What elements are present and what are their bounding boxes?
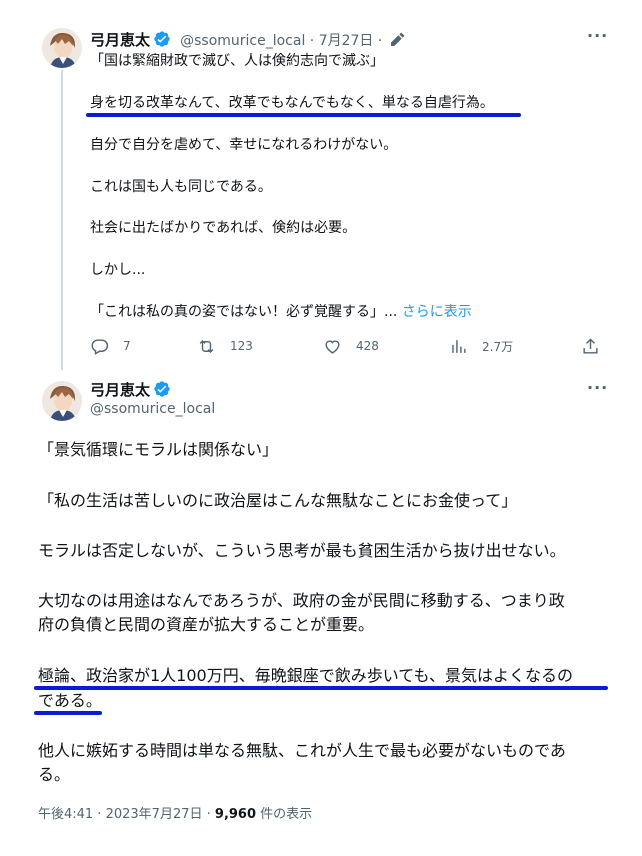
tweet-text-line: これは国も人も同じである。	[90, 179, 272, 195]
annotation-underline	[86, 113, 521, 117]
tweet-text-line: 他人に嫉妬する時間は単なる無駄、これが人生で最も必要がないものであ	[38, 741, 566, 760]
tweet-text-line: 「これは私の真の姿ではない！必ず覚醒する」...	[90, 304, 398, 320]
tweet-text-line: しかし...	[90, 262, 146, 278]
tweet-text-line: 「国は緊縮財政で滅び、人は倹約志向で滅ぶ」	[90, 53, 384, 69]
show-more-link[interactable]: さらに表示	[402, 304, 472, 320]
share-icon	[583, 337, 598, 354]
author-name[interactable]: 弓月恵太	[90, 381, 150, 399]
tweet-footer: 午後4:41 · 2023年7月27日 · 9,960 件の表示	[38, 803, 312, 822]
handle-and-date[interactable]: @ssomurice_local · 7月27日 ·	[180, 33, 382, 49]
annotation-underline	[34, 711, 102, 715]
tweet-text-line: 自分で自分を虐めて、幸せになれるわけがない。	[90, 137, 398, 153]
views-count: 2.7万	[482, 339, 514, 354]
reply-icon	[91, 338, 109, 355]
thread-line	[61, 70, 63, 370]
verified-badge-icon	[154, 381, 170, 397]
more-options-icon[interactable]: ···	[587, 26, 608, 45]
tweet-text-line: 身を切る改革なんて、改革でもなんでもなく、単なる自虐行為。	[90, 95, 494, 111]
tweet-text-line: 府の負債と民間の資産が拡大することが重要。	[38, 615, 375, 634]
parent-header: 弓月恵太 @ssomurice_local · 7月27日 ·	[90, 29, 405, 50]
avatar[interactable]	[42, 28, 82, 68]
verified-badge-icon	[154, 31, 170, 47]
retweet-icon	[199, 339, 214, 353]
heart-icon	[325, 340, 340, 354]
retweet-button[interactable]: 123	[197, 336, 253, 356]
main-author-name-row: 弓月恵太	[90, 379, 171, 400]
tweet-text-line: である。	[38, 691, 102, 710]
reply-button[interactable]: 7	[90, 336, 131, 356]
like-count: 428	[356, 339, 379, 353]
handle[interactable]: @ssomurice_local	[90, 401, 215, 417]
more-options-icon[interactable]: ···	[587, 378, 608, 397]
views-button[interactable]: 2.7万	[449, 336, 513, 356]
tweet-text-line: 「景気循環にモラルは関係ない」	[38, 440, 279, 459]
retweet-count: 123	[230, 339, 253, 353]
tweet-text-line: モラルは否定しないが、こういう思考が最も貧困生活から抜け出せない。	[38, 541, 566, 560]
avatar[interactable]	[42, 381, 82, 421]
reply-count: 7	[123, 339, 131, 353]
annotation-underline	[34, 686, 608, 690]
views-bar-chart-icon	[452, 339, 466, 353]
tweet-text-line: 社会に出たばかりであれば、倹約は必要。	[90, 220, 357, 236]
like-button[interactable]: 428	[323, 336, 379, 356]
views-label: 件の表示	[260, 807, 313, 822]
tweet-text-line: る。	[38, 765, 71, 784]
edited-pencil-icon[interactable]	[389, 32, 405, 48]
share-button[interactable]	[581, 336, 600, 356]
tweet-text-line: 大切なのは用途はなんであろうが、政府の金が民間に移動する、つまり政	[38, 591, 565, 610]
tweet-text-line: 極論、政治家が1人100万円、毎晩銀座で飲み歩いても、景気はよくなるの	[38, 666, 573, 685]
author-name[interactable]: 弓月恵太	[90, 31, 150, 49]
timestamp[interactable]: 午後4:41 · 2023年7月27日 ·	[38, 807, 211, 822]
tweet-text-line: 「私の生活は苦しいのに政治屋はこんな無駄なことにお金使って」	[38, 491, 518, 510]
views-count: 9,960	[214, 807, 257, 822]
